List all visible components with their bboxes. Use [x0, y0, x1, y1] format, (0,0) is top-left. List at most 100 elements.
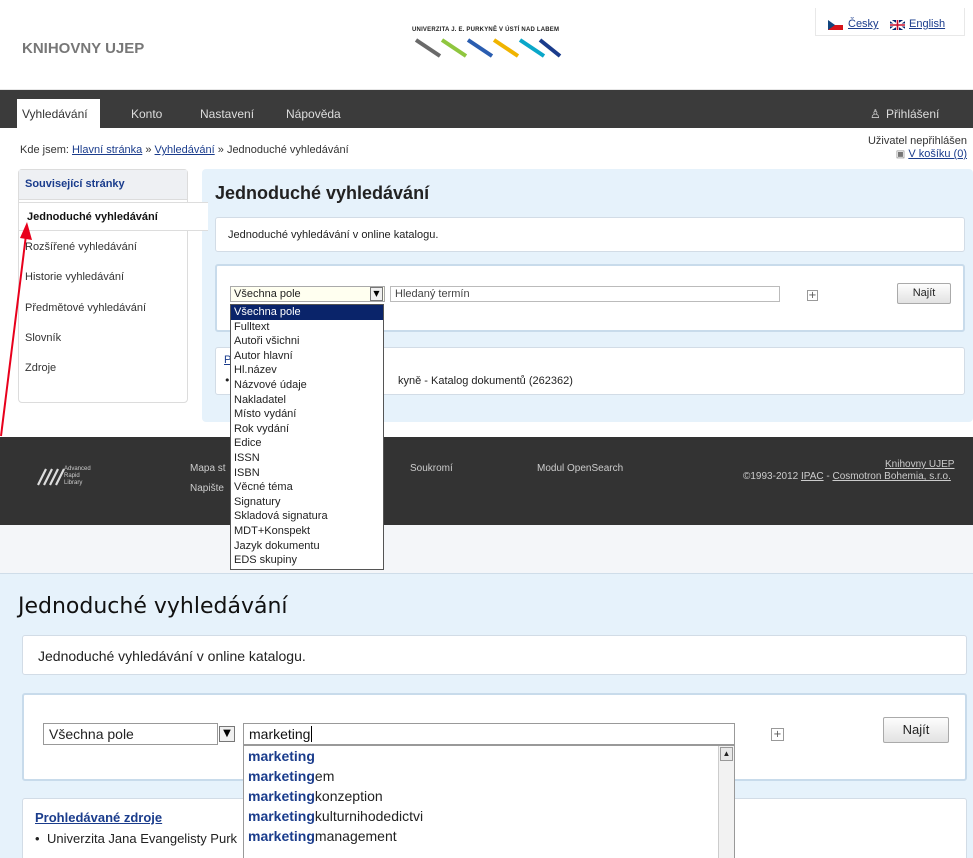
suggestion-item[interactable]: marketingmanagement: [244, 826, 734, 846]
suggestion-item[interactable]: marketing: [244, 746, 734, 766]
find-button[interactable]: Najít: [897, 283, 951, 304]
suggestion-item[interactable]: marketingem: [244, 766, 734, 786]
zoom-search-term-input[interactable]: marketing: [243, 723, 735, 745]
text-caret: [311, 726, 313, 742]
zoom-add-row-icon[interactable]: +: [771, 728, 784, 741]
tab-search[interactable]: Vyhledávání: [17, 99, 100, 128]
suggestion-match: marketing: [248, 768, 315, 784]
suggestion-match: marketing: [248, 808, 315, 824]
user-info: Uživatel nepřihlášen ▣ V košíku (0): [868, 135, 967, 161]
field-option[interactable]: Názvové údaje: [231, 378, 383, 393]
field-option[interactable]: Skladová signatura: [231, 509, 383, 524]
breadcrumb-home-link[interactable]: Hlavní stránka: [72, 144, 142, 156]
sidebar-item-sources[interactable]: Zdroje: [25, 362, 56, 374]
search-term-input[interactable]: Hledaný termín: [390, 286, 780, 302]
field-option[interactable]: Všechna pole: [231, 305, 383, 320]
footer: Advanced Rapid Library Mapa st Napište S…: [0, 437, 973, 525]
footer-sitemap-link[interactable]: Mapa st: [190, 463, 226, 474]
sources-item-text: kyně - Katalog dokumentů (262362): [398, 375, 573, 387]
footer-copyright: ©1993-2012: [743, 471, 799, 482]
zoom-chevron-down-icon[interactable]: ▼: [219, 726, 235, 742]
footer-company-link[interactable]: Cosmotron Bohemia, s.r.o.: [832, 471, 950, 482]
tab-account[interactable]: Konto: [131, 107, 162, 121]
field-option[interactable]: ISBN: [231, 466, 383, 481]
footer-library-link[interactable]: Knihovny UJEP: [885, 459, 954, 470]
field-option[interactable]: Signatury: [231, 495, 383, 510]
footer-privacy-link[interactable]: Soukromí: [410, 463, 453, 474]
sidebar-item-simple-search[interactable]: Jednoduché vyhledávání: [18, 202, 208, 231]
field-option[interactable]: EDS skupiny: [231, 553, 383, 568]
suggestion-item[interactable]: marketingkonzeption: [244, 786, 734, 806]
breadcrumb-search-link[interactable]: Vyhledávání: [155, 144, 215, 156]
footer-ipac-link[interactable]: IPAC: [801, 471, 824, 482]
field-select-options[interactable]: Všechna pole Fulltext Autoři všichni Autor …: [230, 304, 384, 570]
tab-help[interactable]: Nápověda: [286, 107, 341, 121]
field-option[interactable]: Hl.název: [231, 363, 383, 378]
field-select[interactable]: Všechna pole: [230, 286, 385, 302]
description-text: Jednoduché vyhledávání v online katalogu…: [228, 229, 439, 241]
search-term-placeholder: Hledaný termín: [395, 288, 470, 300]
autocomplete-suggestions[interactable]: marketing marketingem marketingkonzeption m…: [243, 745, 735, 858]
field-option[interactable]: MDT+Konspekt: [231, 524, 383, 539]
library-title[interactable]: KNIHOVNY UJEP: [22, 40, 144, 57]
field-option[interactable]: Autoři všichni: [231, 334, 383, 349]
university-name: UNIVERZITA J. E. PURKYNĚ V ÚSTÍ NAD LABE…: [412, 27, 560, 33]
zoom-bullet-icon: •: [35, 831, 40, 846]
page: KNIHOVNY UJEP UNIVERZITA J. E. PURKYNĚ V…: [0, 0, 973, 858]
footer-opensearch-link[interactable]: Modul OpenSearch: [537, 463, 623, 474]
sidebar-item-search-history[interactable]: Historie vyhledávání: [25, 271, 124, 283]
page-title: Jednoduché vyhledávání: [215, 183, 430, 203]
sidebar-item-dictionary[interactable]: Slovník: [25, 332, 61, 344]
university-logo[interactable]: [412, 36, 562, 62]
field-option[interactable]: Fulltext: [231, 320, 383, 335]
cart-link[interactable]: V košíku (0): [908, 148, 967, 160]
czech-flag-icon: [828, 20, 843, 30]
field-option[interactable]: Věcné téma: [231, 480, 383, 495]
suggestion-rest: management: [314, 828, 397, 844]
sidebar-item-advanced-search[interactable]: Rozšířené vyhledávání: [25, 241, 137, 253]
zoom-field-select[interactable]: Všechna pole: [43, 723, 218, 745]
lang-czech-link[interactable]: Česky: [848, 18, 879, 30]
tab-settings[interactable]: Nastavení: [200, 107, 254, 121]
field-option[interactable]: Jazyk dokumentu: [231, 539, 383, 554]
zoomed-search-panel: Jednoduché vyhledávání Jednoduché vyhled…: [0, 573, 973, 858]
breadcrumb-separator: »: [145, 144, 152, 156]
footer-write-link[interactable]: Napište: [190, 483, 224, 494]
arl-logo-text: Advanced Rapid Library: [64, 466, 91, 486]
chevron-down-icon[interactable]: ▼: [370, 287, 383, 301]
suggestion-item[interactable]: marketingkulturnihodedictvi: [244, 806, 734, 826]
breadcrumb-prefix: Kde jsem:: [20, 144, 69, 156]
suggestion-match: marketing: [248, 828, 315, 844]
zoom-field-select-value: Všechna pole: [49, 726, 134, 742]
lang-english-link[interactable]: English: [909, 18, 945, 30]
suggestion-match: marketing: [248, 748, 315, 764]
zoom-description-text: Jednoduché vyhledávání v online katalogu…: [38, 648, 306, 664]
login-link[interactable]: Přihlášení: [886, 107, 939, 121]
zoom-find-button[interactable]: Najít: [883, 717, 949, 743]
sidebar-item-subject-search[interactable]: Předmětové vyhledávání: [25, 302, 146, 314]
field-option[interactable]: Rok vydání: [231, 422, 383, 437]
field-option[interactable]: Autor hlavní: [231, 349, 383, 364]
uk-flag-icon: [890, 20, 905, 30]
field-option[interactable]: ISSN: [231, 451, 383, 466]
field-option[interactable]: Místo vydání: [231, 407, 383, 422]
scroll-up-icon[interactable]: ▲: [720, 747, 733, 761]
field-option[interactable]: Nakladatel: [231, 393, 383, 408]
page-bottom-strip: [0, 525, 973, 573]
suggestions-scrollbar[interactable]: ▲: [718, 746, 734, 858]
breadcrumb: Kde jsem: Hlavní stránka » Vyhledávání »…: [20, 144, 349, 156]
add-row-icon[interactable]: +: [807, 290, 818, 301]
field-option[interactable]: Edice: [231, 436, 383, 451]
zoom-sources-item-text: Univerzita Jana Evangelisty Purk: [47, 831, 238, 846]
suggestion-match: marketing: [248, 788, 315, 804]
zoom-description-box: Jednoduché vyhledávání v online katalogu…: [22, 635, 967, 675]
suggestion-rest: konzeption: [314, 788, 383, 804]
zoom-sources-heading-link[interactable]: Prohledávané zdroje: [35, 810, 162, 825]
login-user-icon: ♙: [870, 107, 881, 121]
site-header: KNIHOVNY UJEP UNIVERZITA J. E. PURKYNĚ V…: [0, 0, 973, 90]
zoom-search-term-value: marketing: [249, 726, 311, 742]
field-select-value: Všechna pole: [234, 288, 301, 300]
cart-icon: ▣: [895, 149, 906, 160]
tab-search-label: Vyhledávání: [22, 107, 88, 121]
suggestion-rest: kulturnihodedictvi: [314, 808, 424, 824]
